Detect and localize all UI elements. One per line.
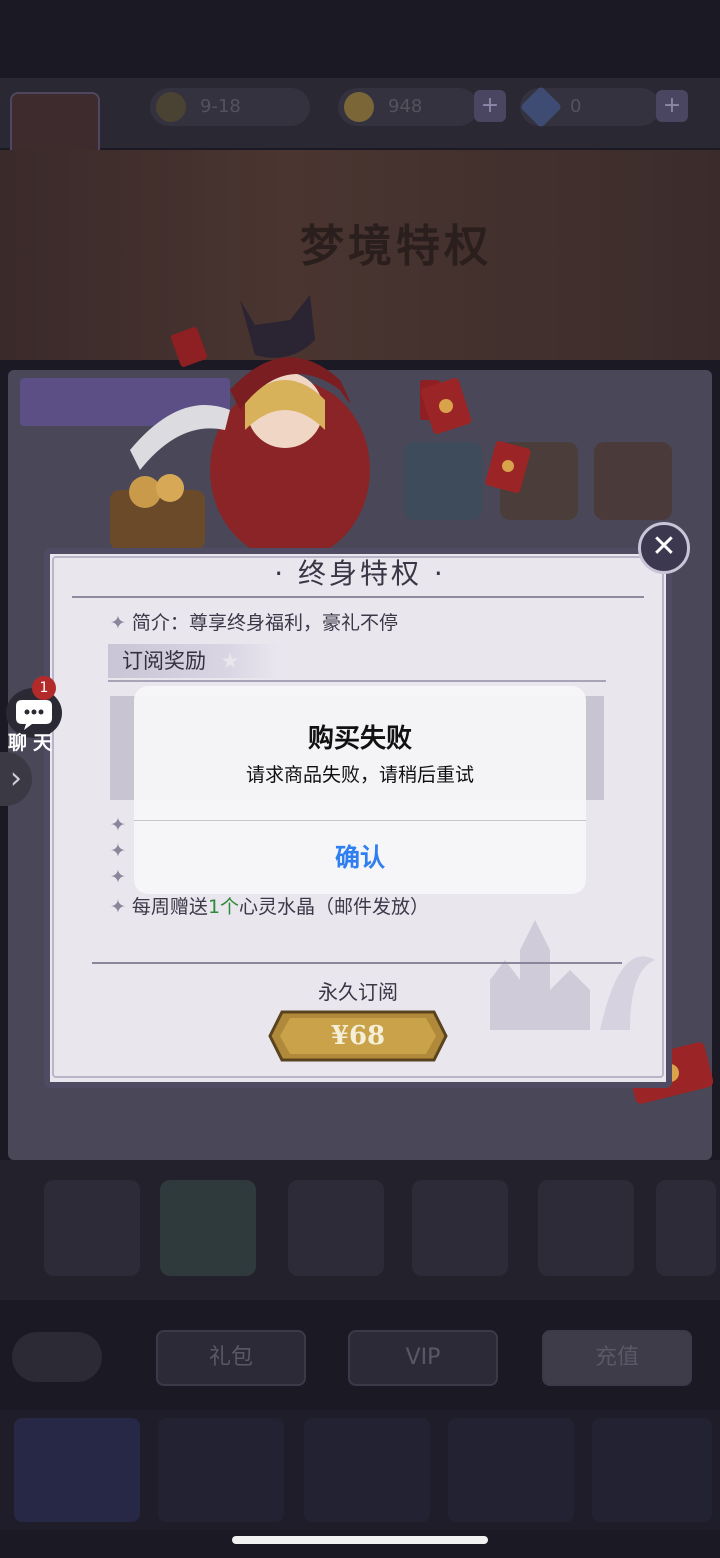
resource-diamond-value: 0 [570, 96, 582, 117]
sparkle-icon: ✦ [110, 612, 126, 634]
resource-diamond: 0 [519, 85, 660, 129]
back-arrow-icon[interactable] [12, 1332, 102, 1382]
red-envelope [420, 378, 472, 434]
gift-category-item[interactable] [288, 1180, 384, 1276]
banner-title: 梦境特权 [300, 221, 492, 272]
bread [129, 476, 161, 508]
tab-gift-label: 礼包 [208, 1345, 253, 1370]
gift-category-item[interactable] [656, 1180, 716, 1276]
add-diamond-button[interactable]: + [656, 90, 688, 122]
alert-confirm-button[interactable]: 确认 [134, 821, 586, 894]
add-gold-label: + [480, 93, 500, 118]
title-divider [72, 596, 644, 598]
trophy-icon [156, 92, 186, 122]
sparkle-icon: ✦ [110, 866, 126, 888]
price-divider [92, 962, 622, 964]
purchase-failed-alert: 购买失败 请求商品失败，请稍后重试 确认 [134, 686, 586, 894]
bread [156, 474, 184, 502]
tab-gift[interactable]: 礼包 [156, 1330, 306, 1386]
nav-item[interactable] [304, 1418, 430, 1522]
add-gold-button[interactable]: + [474, 90, 506, 122]
subscription-type-label: 永久订阅 [318, 980, 398, 1004]
nav-item[interactable] [158, 1418, 284, 1522]
purchase-price-button[interactable]: ¥68 [268, 1010, 448, 1062]
resource-gold-value: 948 [388, 96, 423, 117]
gift-category-item[interactable] [160, 1180, 256, 1276]
gold-coin-icon [344, 92, 374, 122]
alert-message: 请求商品失败，请稍后重试 [245, 764, 474, 786]
alert-title: 购买失败 [307, 724, 412, 754]
gift-category-item[interactable] [538, 1180, 634, 1276]
intro-text: 尊享终身福利，豪礼不停 [188, 612, 398, 634]
subscription-rewards-label: 订阅奖励 [122, 649, 206, 673]
red-envelope [485, 441, 531, 493]
resource-trophy-value: 9-18 [200, 96, 241, 117]
nav-item[interactable] [14, 1418, 140, 1522]
chat-label[interactable]: 聊天 [8, 728, 58, 755]
intro-prefix: 简介： [131, 612, 189, 634]
add-diamond-label: + [662, 93, 682, 118]
castle-decoration [490, 920, 655, 1030]
sparkle-icon: ✦ [110, 840, 126, 862]
dialog-close-button[interactable]: ✕ [638, 522, 690, 574]
nav-item[interactable] [448, 1418, 574, 1522]
chat-unread-badge: 1 [32, 676, 56, 700]
subhead-divider [108, 680, 606, 682]
gift-category-item[interactable] [44, 1180, 140, 1276]
red-envelope [170, 327, 208, 367]
benefit-suffix: 心灵水晶（邮件发放） [239, 896, 430, 918]
diamond-icon [519, 85, 563, 129]
sparkle-icon: ✦ [110, 814, 126, 836]
black-cat-creature [240, 295, 315, 358]
home-indicator[interactable] [232, 1536, 488, 1544]
nav-item[interactable] [592, 1418, 712, 1522]
tab-recharge-label: 充值 [594, 1345, 639, 1370]
star-icon: ★ [220, 649, 240, 673]
weekly-benefit-row: ✦ 每周赠送1个心灵水晶（邮件发放） [110, 892, 429, 919]
subscription-rewards-heading: 订阅奖励 ★ [108, 644, 278, 678]
benefit-count: 1个 [207, 896, 240, 918]
tab-recharge[interactable]: 充值 [542, 1330, 692, 1386]
resource-trophy: 9-18 [150, 88, 310, 126]
resource-gold: 948 [338, 88, 478, 126]
tab-vip[interactable]: VIP [348, 1330, 498, 1386]
dialog-title: · 终身特权 · [274, 557, 446, 590]
benefit-prefix: 每周赠送 [131, 896, 208, 918]
sparkle-icon: ✦ [110, 896, 126, 918]
character-illustration [110, 295, 440, 560]
intro-row: ✦ 简介：尊享终身福利，豪礼不停 [110, 608, 398, 635]
tab-vip-label: VIP [405, 1345, 441, 1370]
gift-category-item[interactable] [412, 1180, 508, 1276]
reward-slot [594, 442, 672, 520]
price-label: ¥68 [330, 1021, 386, 1051]
close-icon: ✕ [651, 529, 677, 564]
